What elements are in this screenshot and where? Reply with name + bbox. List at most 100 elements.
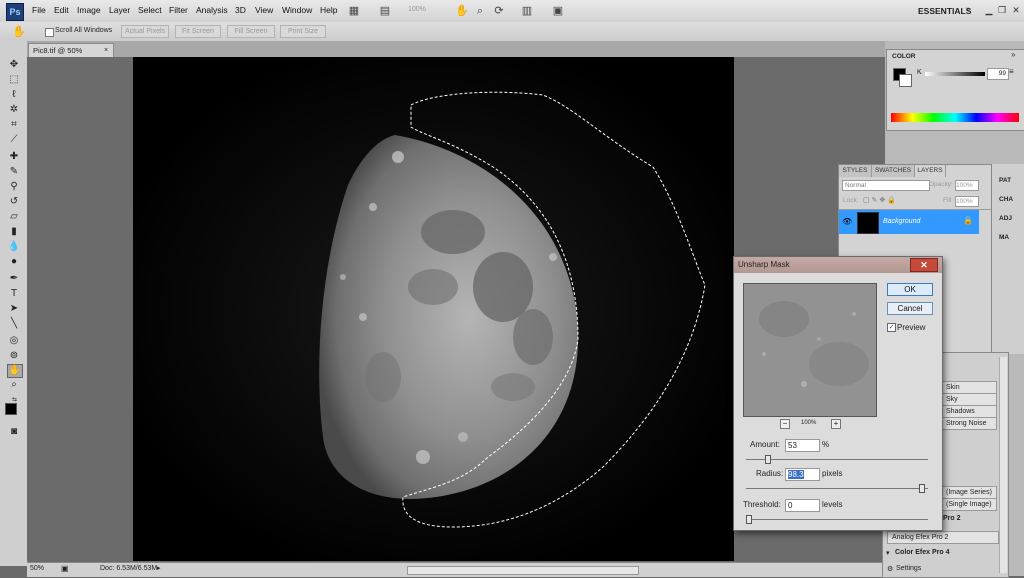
tab-layers[interactable]: LAYERS (915, 165, 946, 177)
actual-pixels-button[interactable]: Actual Pixels (121, 25, 169, 38)
marquee-tool-icon[interactable]: ⬚ (7, 74, 21, 86)
nik-expand-icon[interactable]: ▾ (886, 549, 890, 557)
ok-button[interactable]: OK (887, 283, 933, 296)
swap-colors-icon[interactable]: ⇆ (12, 396, 17, 403)
status-info-icon[interactable]: ▣ (61, 564, 69, 573)
3d-camera-icon[interactable]: ⊚ (7, 350, 21, 362)
blur-tool-icon[interactable]: 💧 (7, 241, 21, 253)
magic-wand-icon[interactable]: ✲ (7, 104, 21, 116)
nik-strong-noise-button[interactable]: Strong Noise (941, 417, 997, 430)
image-canvas[interactable] (133, 57, 734, 561)
color-spectrum-bar[interactable] (891, 113, 1019, 122)
print-size-button[interactable]: Print Size (280, 25, 326, 38)
view-extras-icon[interactable]: ▤ (378, 4, 392, 18)
amount-slider-thumb[interactable] (764, 455, 771, 464)
radius-slider-thumb[interactable] (919, 484, 925, 493)
radius-field[interactable]: 98.3 (785, 468, 820, 481)
pen-tool-icon[interactable]: ✒ (7, 273, 21, 285)
3d-rotate-icon[interactable]: ◎ (7, 335, 21, 347)
zoom-level-box[interactable]: 100% (408, 6, 426, 13)
menu-layer[interactable]: Layer (109, 5, 130, 15)
lasso-tool-icon[interactable]: ℓ (7, 89, 21, 101)
healing-brush-icon[interactable]: ✚ (7, 151, 21, 163)
hand-tool-icon[interactable]: ✋ (455, 4, 469, 18)
document-tab[interactable]: Pic8.tif @ 50% (Gray/16) × (28, 43, 114, 68)
menu-file[interactable]: File (32, 5, 46, 15)
lock-icons[interactable]: ▢ ✎ ✥ 🔒 (863, 196, 896, 204)
rotate-view-icon[interactable]: ⟳ (492, 4, 506, 18)
menu-view[interactable]: View (255, 5, 273, 15)
zoom-tool-icon[interactable]: ⌕ (7, 379, 21, 391)
layer-row-background[interactable]: 👁 Background 🔒 (839, 210, 979, 234)
tab-swatches[interactable]: SWATCHES (872, 165, 915, 177)
hand-tool-icon[interactable]: ✋ (7, 364, 23, 378)
menu-select[interactable]: Select (138, 5, 162, 15)
panel-collapse-icon[interactable]: » (1011, 50, 1015, 59)
document-close-icon[interactable]: × (104, 44, 108, 57)
channels-panel-button[interactable]: CHA (999, 196, 1013, 203)
nik-analog-efex-button[interactable]: Analog Efex Pro 2 (887, 531, 999, 544)
layer-name[interactable]: Background (883, 218, 920, 225)
minimize-icon[interactable]: ▁ (983, 4, 995, 16)
radius-slider-track[interactable] (746, 488, 928, 489)
foreground-color-swatch[interactable] (5, 403, 17, 415)
scroll-all-windows-checkbox[interactable] (45, 28, 54, 37)
dialog-close-button[interactable]: ✕ (910, 258, 938, 272)
menu-analysis[interactable]: Analysis (196, 5, 228, 15)
blend-mode-select[interactable]: Normal (842, 180, 930, 191)
workspace-switcher[interactable]: ESSENTIALS (918, 6, 971, 16)
amount-field[interactable]: 53 (785, 439, 820, 452)
screen-mode-icon[interactable]: ▣ (551, 4, 565, 18)
amount-slider-track[interactable] (746, 459, 928, 460)
menu-help[interactable]: Help (320, 5, 337, 15)
masks-panel-button[interactable]: MA (999, 234, 1009, 241)
crop-tool-icon[interactable]: ⌗ (7, 119, 21, 131)
zoom-out-icon[interactable]: − (780, 419, 790, 429)
menu-edit[interactable]: Edit (54, 5, 69, 15)
eyedropper-icon[interactable]: ⟋ (7, 134, 21, 146)
workspace-dropdown-icon[interactable]: » (966, 6, 970, 13)
tab-styles[interactable]: STYLES (839, 165, 872, 177)
fill-screen-button[interactable]: Fill Screen (227, 25, 275, 38)
history-brush-icon[interactable]: ↺ (7, 196, 21, 208)
zoom-level-field[interactable]: 50% (30, 565, 44, 572)
fit-screen-button[interactable]: Fit Screen (175, 25, 221, 38)
horizontal-scrollbar[interactable] (407, 566, 639, 575)
close-icon[interactable]: ✕ (1010, 4, 1022, 16)
nik-settings-icon[interactable]: ⚙ (887, 565, 893, 573)
status-menu-arrow-icon[interactable]: ▸ (157, 564, 161, 572)
threshold-slider-track[interactable] (746, 519, 928, 520)
nik-scrollbar[interactable] (999, 357, 1007, 573)
hand-tool-preset-icon[interactable]: ✋ (12, 25, 26, 38)
nik-single-image-button[interactable]: (Single Image) (941, 498, 997, 511)
move-tool-icon[interactable]: ✥ (7, 59, 21, 71)
color-panel-menu-icon[interactable]: ≡ (1009, 67, 1014, 76)
adjustments-panel-button[interactable]: ADJ (999, 215, 1012, 222)
clone-stamp-icon[interactable]: ⚲ (7, 181, 21, 193)
threshold-field[interactable]: 0 (785, 499, 820, 512)
arrange-documents-icon[interactable]: ▥ (520, 4, 534, 18)
zoom-tool-icon[interactable]: ⌕ (473, 4, 487, 18)
menu-window[interactable]: Window (282, 5, 312, 15)
zoom-in-icon[interactable]: + (831, 419, 841, 429)
cancel-button[interactable]: Cancel (887, 302, 933, 315)
dodge-tool-icon[interactable]: ● (7, 256, 21, 268)
bridge-icon[interactable]: ▦ (347, 4, 361, 18)
nik-color-efex-label[interactable]: Color Efex Pro 4 (895, 549, 949, 556)
preview-window[interactable] (743, 283, 877, 417)
layer-visibility-icon[interactable]: 👁 (842, 217, 852, 226)
menu-filter[interactable]: Filter (169, 5, 188, 15)
eraser-icon[interactable]: ▱ (7, 211, 21, 223)
menu-3d[interactable]: 3D (235, 5, 246, 15)
k-value-field[interactable]: 99 (987, 68, 1009, 80)
fill-field[interactable]: 100% (955, 196, 979, 207)
brush-tool-icon[interactable]: ✎ (7, 166, 21, 178)
threshold-slider-thumb[interactable] (746, 515, 752, 524)
k-slider-track[interactable] (925, 72, 985, 76)
gradient-tool-icon[interactable]: ▮ (7, 226, 21, 238)
line-tool-icon[interactable]: ╲ (7, 318, 21, 330)
preview-checkbox[interactable]: ✓ (887, 323, 896, 332)
type-tool-icon[interactable]: T (7, 288, 21, 300)
opacity-field[interactable]: 100% (955, 180, 979, 191)
paths-panel-button[interactable]: PAT (999, 177, 1011, 184)
